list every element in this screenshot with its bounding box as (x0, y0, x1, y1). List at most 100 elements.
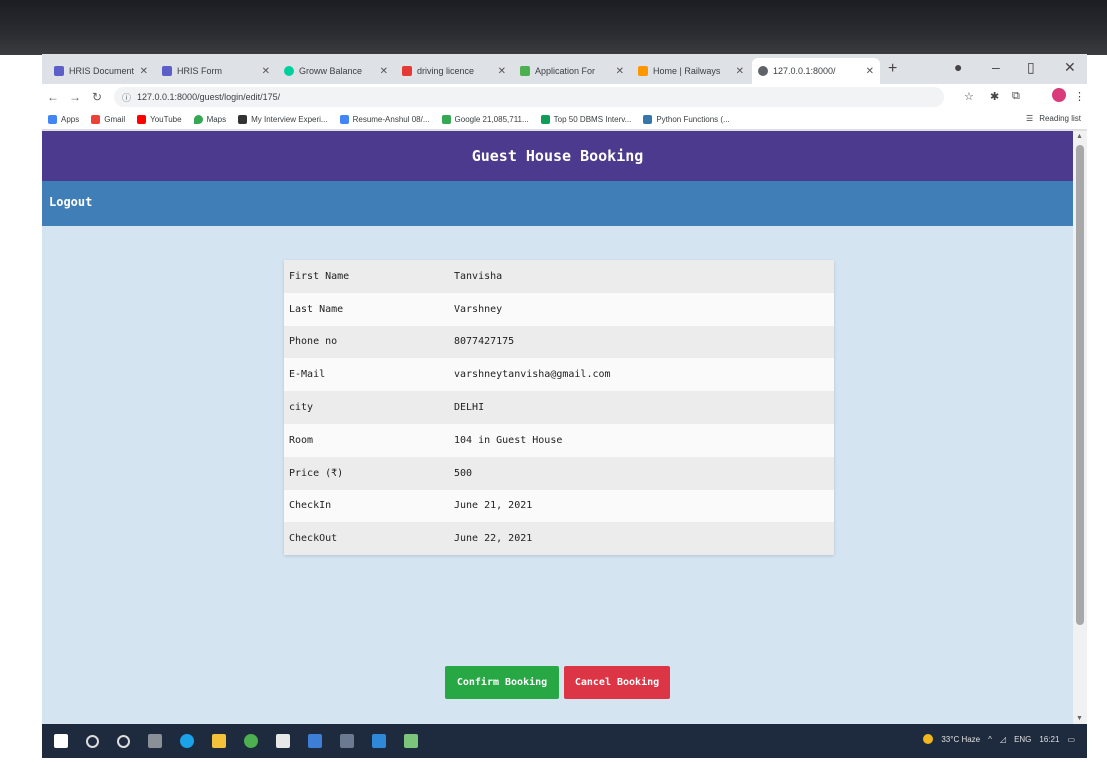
tab-close-icon[interactable]: ✕ (866, 66, 874, 77)
field-label: E-Mail (284, 358, 444, 392)
scrollbar-thumb[interactable] (1076, 145, 1084, 625)
bookmark-google-sheet[interactable]: Google 21,085,711... (441, 115, 529, 124)
field-label: Phone no (284, 325, 444, 359)
scroll-down-icon[interactable]: ▼ (1076, 715, 1083, 722)
bookmark-dbms[interactable]: Top 50 DBMS Interv... (540, 115, 631, 124)
language-indicator[interactable]: ENG (1014, 735, 1031, 744)
tab-groww-balance[interactable]: Groww Balance ✕ (278, 58, 394, 84)
youtube-icon (137, 115, 147, 124)
weather-icon[interactable] (923, 734, 934, 744)
notification-icon[interactable]: ▭ (1067, 735, 1075, 744)
tab-driving-licence[interactable]: driving licence ✕ (396, 58, 512, 84)
new-tab-icon[interactable]: + (888, 60, 897, 78)
info-icon[interactable]: ⓘ (122, 91, 131, 104)
forward-icon[interactable]: → (64, 90, 86, 104)
logout-link[interactable]: Logout (49, 195, 92, 209)
photo-background (0, 0, 1107, 55)
mail-icon[interactable] (308, 734, 322, 748)
windows-start-icon[interactable] (54, 734, 68, 748)
bookmark-apps[interactable]: Apps (48, 115, 79, 124)
bookmark-favicon-icon (540, 115, 550, 124)
field-value: Tanvisha (444, 260, 834, 293)
cancel-booking-button[interactable]: Cancel Booking (564, 666, 670, 699)
chrome-menu-icon[interactable]: ● (954, 59, 962, 75)
bookmark-star-icon[interactable]: ☆ (964, 90, 974, 103)
table-row: CheckIn June 21, 2021 (284, 489, 834, 523)
maximize-icon[interactable]: ▯ (1027, 59, 1035, 76)
field-value: DELHI (444, 391, 834, 424)
confirm-booking-button[interactable]: Confirm Booking (445, 666, 559, 699)
bookmark-python[interactable]: Python Functions (... (643, 115, 730, 124)
field-label: CheckOut (284, 522, 444, 556)
bookmark-youtube[interactable]: YouTube (137, 115, 182, 124)
chrome-icon[interactable] (244, 734, 258, 748)
tab-hris-document[interactable]: HRIS Document ✕ (48, 58, 154, 84)
task-view-icon[interactable] (148, 734, 162, 748)
kebab-menu-icon[interactable]: ⋮ (1074, 90, 1085, 103)
bookmarks-bar: Apps Gmail YouTube Maps My Interview Exp… (42, 110, 1087, 130)
field-label: Price (₹) (284, 456, 444, 490)
extensions-puzzle-icon[interactable]: ⧉ (1012, 90, 1020, 103)
notepad-icon[interactable] (404, 734, 418, 748)
tab-close-icon[interactable]: ✕ (498, 66, 506, 77)
tab-hris-form[interactable]: HRIS Form ✕ (156, 58, 276, 84)
field-value: June 22, 2021 (444, 522, 834, 556)
tab-close-icon[interactable]: ✕ (616, 66, 624, 77)
table-row: city DELHI (284, 391, 834, 424)
app-icon[interactable] (340, 734, 354, 748)
tab-close-icon[interactable]: ✕ (140, 66, 148, 77)
vscode-icon[interactable] (372, 734, 386, 748)
tab-close-icon[interactable]: ✕ (736, 66, 744, 77)
tab-application-form[interactable]: Application For ✕ (514, 58, 630, 84)
store-icon[interactable] (276, 734, 290, 748)
reading-list[interactable]: ☰ Reading list (1026, 114, 1081, 123)
tab-label: 127.0.0.1:8000/ (773, 66, 836, 76)
page-title: Guest House Booking (42, 131, 1073, 181)
network-icon[interactable]: ◿ (1000, 735, 1006, 744)
bookmark-resume[interactable]: Resume-Anshul 08/... (339, 115, 430, 124)
tab-strip: HRIS Document ✕ HRIS Form ✕ Groww Balanc… (42, 54, 1087, 84)
field-label: First Name (284, 260, 444, 293)
tab-home-railways[interactable]: Home | Railways ✕ (632, 58, 750, 84)
field-label: city (284, 391, 444, 424)
close-window-icon[interactable]: ✕ (1064, 59, 1076, 76)
url-text: 127.0.0.1:8000/guest/login/edit/175/ (137, 92, 281, 102)
system-tray: 33°C Haze ^ ◿ ENG 16:21 ▭ (923, 734, 1075, 744)
maps-icon (193, 115, 203, 124)
bookmark-maps[interactable]: Maps (193, 115, 226, 124)
reload-icon[interactable]: ↻ (86, 90, 108, 104)
minimize-icon[interactable]: – (992, 59, 1000, 75)
chevron-up-icon[interactable]: ^ (988, 735, 992, 744)
tab-favicon-icon (162, 66, 172, 76)
file-explorer-icon[interactable] (212, 734, 226, 748)
page-viewport: Guest House Booking Logout First Name Tan… (42, 131, 1073, 724)
back-icon[interactable]: ← (42, 90, 64, 104)
bookmark-interview[interactable]: My Interview Experi... (238, 115, 328, 124)
scroll-up-icon[interactable]: ▲ (1076, 133, 1083, 140)
extension-icon[interactable]: ✱ (990, 90, 999, 103)
clock[interactable]: 16:21 (1039, 735, 1059, 744)
profile-avatar[interactable] (1052, 88, 1066, 102)
tab-favicon-icon (402, 66, 412, 76)
tab-close-icon[interactable]: ✕ (380, 66, 388, 77)
tab-label: driving licence (417, 66, 475, 76)
url-bar[interactable]: ⓘ 127.0.0.1:8000/guest/login/edit/175/ (114, 87, 944, 107)
gmail-icon (91, 115, 101, 124)
weather-text[interactable]: 33°C Haze (941, 735, 980, 744)
page-scrollbar[interactable]: ▲ ▼ (1073, 131, 1087, 724)
cortana-icon[interactable] (117, 734, 130, 748)
field-value: varshneytanvisha@gmail.com (444, 358, 834, 392)
tab-localhost-active[interactable]: 127.0.0.1:8000/ ✕ (752, 58, 880, 84)
tab-label: HRIS Form (177, 66, 222, 76)
field-value: 500 (444, 456, 834, 490)
field-value: 8077427175 (444, 325, 834, 359)
tab-favicon-icon (638, 66, 648, 76)
bookmark-gmail[interactable]: Gmail (91, 115, 125, 124)
edge-icon[interactable] (180, 734, 194, 748)
bookmark-favicon-icon (238, 115, 248, 124)
tab-close-icon[interactable]: ✕ (262, 66, 270, 77)
field-label: Last Name (284, 292, 444, 326)
docs-icon (339, 115, 349, 124)
search-icon[interactable] (86, 734, 99, 748)
field-label: CheckIn (284, 489, 444, 523)
